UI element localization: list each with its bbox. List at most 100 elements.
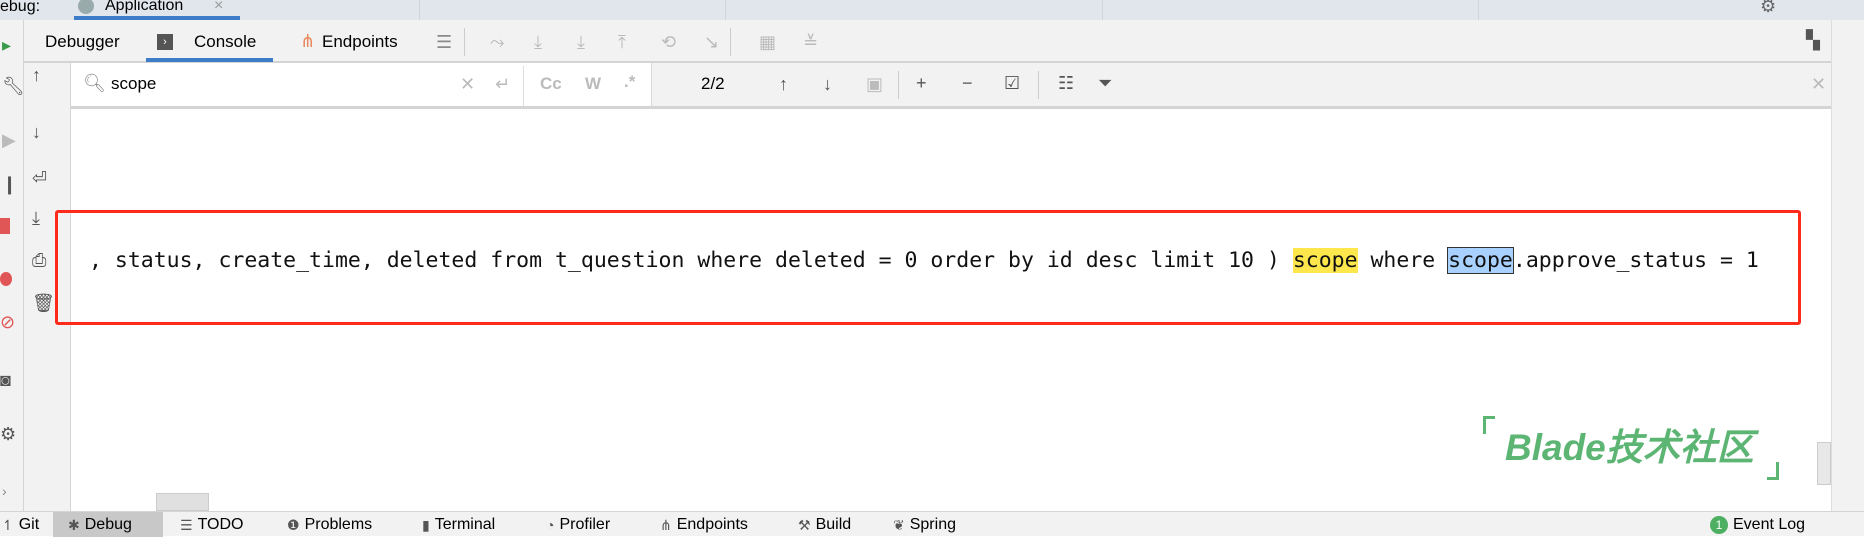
watermark-text: Blade技术社区: [1505, 427, 1754, 468]
breakpoints-icon[interactable]: [0, 272, 12, 286]
resume-icon[interactable]: ▶: [2, 130, 16, 150]
vertical-scrollbar[interactable]: [1817, 442, 1831, 485]
tab-label: Application: [105, 0, 184, 14]
tab-application[interactable]: Application ×: [74, 0, 240, 20]
tool-build[interactable]: ⚒ Build: [798, 515, 851, 535]
label: Terminal: [434, 516, 496, 533]
settings-icon[interactable]: ⚙: [0, 424, 16, 444]
new-line-icon[interactable]: ↵: [495, 74, 510, 94]
search-match: scope: [1292, 248, 1358, 273]
problems-icon: ❶: [287, 517, 300, 533]
hammer-icon: ⚒: [798, 517, 811, 533]
tool-endpoints[interactable]: ⋔ Endpoints: [660, 515, 748, 535]
gear-icon[interactable]: ⚙: [1760, 0, 1776, 16]
evaluate-expression-icon[interactable]: ▦: [759, 32, 776, 52]
run-to-cursor-icon[interactable]: ↘: [704, 32, 719, 52]
show-execution-point-icon[interactable]: ⤳: [490, 32, 504, 52]
label: Git: [18, 516, 40, 533]
debug-toolbar: Debugger › Console ⋔ Endpoints ☰ ⤳ ⤓ ⤓ ⤒…: [24, 20, 1831, 63]
tool-terminal[interactable]: ▮ Terminal: [422, 515, 495, 535]
console-line: , status, create_time, deleted from t_qu…: [89, 247, 1759, 275]
console-text: , status, create_time, deleted from t_qu…: [89, 248, 1293, 273]
endpoints-icon: ⋔: [660, 517, 672, 533]
clear-icon[interactable]: ✕: [460, 74, 475, 94]
label: Problems: [304, 516, 373, 533]
drop-frame-icon[interactable]: ⟲: [661, 32, 676, 52]
label: Profiler: [559, 516, 611, 533]
tool-profiler[interactable]: ◔ Profiler: [546, 515, 610, 535]
tab-endpoints[interactable]: Endpoints: [322, 32, 398, 52]
add-selection-icon[interactable]: +: [916, 73, 927, 93]
select-all-icon[interactable]: ▣: [866, 74, 883, 94]
step-over-icon[interactable]: ⤓: [534, 32, 542, 52]
down-arrow-icon[interactable]: ↓: [32, 122, 41, 142]
tool-git[interactable]: ↿ Git: [2, 515, 39, 535]
horizontal-scrollbar[interactable]: [156, 493, 209, 511]
filter-icon[interactable]: ⏷: [1098, 73, 1112, 93]
trash-icon[interactable]: 🗑︎: [32, 293, 55, 313]
layout-icon[interactable]: ▚: [1806, 30, 1820, 50]
list-icon: ☰: [180, 517, 193, 533]
editor-tab-bar: ebug: Application × ⚙: [0, 0, 1864, 20]
right-panel-edge: [1831, 20, 1864, 511]
label: Build: [815, 516, 852, 533]
filter-list-icon[interactable]: ☷: [1058, 73, 1074, 93]
find-bar: 🔍︎ scope ✕ ↵ Cc W .* 2/2 ↑ ↓ ▣ + − ☑ ☷ ⏷…: [71, 63, 1831, 109]
trace-icon[interactable]: ≚: [803, 32, 818, 52]
application-icon: [78, 0, 94, 14]
console-text: .approve_status = 1: [1512, 248, 1759, 273]
search-value[interactable]: scope: [111, 74, 156, 94]
step-out-icon[interactable]: ⤒: [618, 32, 626, 52]
rerun-icon[interactable]: ▸: [2, 35, 11, 55]
stop-icon[interactable]: [0, 218, 10, 234]
event-count-badge: 1: [1710, 516, 1728, 534]
soft-wrap-icon[interactable]: ⏎: [32, 168, 47, 188]
label: Spring: [909, 516, 956, 533]
debug-side-toolbar: ▸ 🔧︎ ▶ ❙ ⊘ ◙ ⚙ ›: [0, 20, 25, 511]
wrench-icon[interactable]: 🔧︎: [2, 76, 25, 96]
match-count: 2/2: [701, 74, 725, 93]
label: TODO: [197, 516, 244, 533]
search-input[interactable]: 🔍︎ scope ✕ ↵ Cc W .*: [71, 63, 652, 106]
spring-leaf-icon: ❦: [893, 517, 905, 533]
bug-icon: ✱: [68, 517, 80, 533]
tool-spring[interactable]: ❦ Spring: [893, 515, 956, 535]
previous-match-icon[interactable]: ↑: [779, 74, 788, 94]
step-into-icon[interactable]: ⤓: [577, 32, 585, 52]
search-icon[interactable]: 🔍︎: [83, 73, 106, 93]
next-match-icon[interactable]: ↓: [823, 74, 832, 94]
words-toggle[interactable]: W: [585, 74, 601, 94]
tool-todo[interactable]: ☰ TODO: [180, 515, 244, 535]
tool-problems[interactable]: ❶ Problems: [287, 515, 372, 535]
terminal-icon: ▮: [422, 517, 430, 533]
tool-event-log[interactable]: 1 Event Log: [1710, 515, 1805, 535]
select-all-occurrences-icon[interactable]: ☑: [1004, 73, 1020, 93]
current-search-match: scope: [1447, 247, 1514, 274]
remove-selection-icon[interactable]: −: [962, 73, 973, 93]
close-icon[interactable]: ×: [214, 0, 223, 15]
print-icon[interactable]: ⎙: [32, 250, 46, 270]
match-case-toggle[interactable]: Cc: [540, 74, 562, 94]
tab-debugger[interactable]: Debugger: [45, 32, 120, 52]
label: Event Log: [1733, 516, 1806, 533]
console-icon: ›: [157, 34, 173, 50]
label: Debug: [84, 516, 132, 533]
tab-console[interactable]: Console: [194, 32, 256, 52]
close-find-icon[interactable]: ✕: [1811, 74, 1826, 94]
label: Endpoints: [676, 516, 748, 533]
scroll-to-end-icon[interactable]: ⤓: [32, 208, 40, 228]
camera-icon[interactable]: ◙: [0, 370, 11, 390]
console-text: where: [1357, 248, 1449, 273]
endpoints-icon: ⋔: [300, 31, 316, 51]
git-icon: ↿: [2, 517, 14, 533]
up-arrow-icon[interactable]: ↑: [32, 65, 41, 85]
pause-icon[interactable]: ❙: [2, 174, 17, 194]
tool-debug[interactable]: ✱ Debug: [68, 515, 132, 535]
debug-label: ebug:: [0, 0, 41, 15]
mute-breakpoints-icon[interactable]: ⊘: [0, 312, 15, 332]
profiler-icon: ◔: [546, 517, 555, 533]
regex-toggle[interactable]: .*: [624, 72, 635, 92]
expand-icon[interactable]: ›: [2, 481, 7, 501]
list-icon[interactable]: ☰: [436, 32, 452, 52]
active-tab-indicator: [146, 58, 273, 62]
